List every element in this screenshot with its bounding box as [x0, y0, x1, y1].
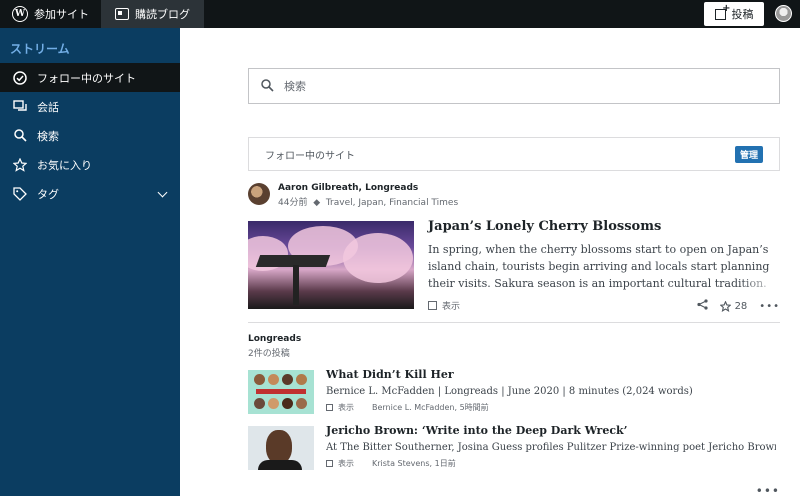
- sidebar-item-label: お気に入り: [37, 158, 92, 172]
- external-link-icon: [428, 301, 437, 310]
- post-excerpt: In spring, when the cherry blossoms star…: [428, 241, 780, 292]
- my-sites-label: 参加サイト: [34, 8, 89, 21]
- chevron-down-icon[interactable]: [157, 187, 168, 198]
- post-thumbnail[interactable]: [248, 426, 314, 470]
- post-time[interactable]: 44分前: [278, 198, 307, 208]
- tag-icon: ◆: [310, 198, 323, 208]
- followed-sites-header: フォロー中のサイト 管理: [248, 137, 780, 171]
- more-options-icon[interactable]: •••: [759, 301, 780, 312]
- post-excerpt: Bernice L. McFadden | Longreads | June 2…: [326, 386, 693, 397]
- reader-button[interactable]: 購読ブログ: [101, 0, 204, 28]
- post-excerpt: At The Bitter Southerner, Josina Guess p…: [326, 442, 776, 453]
- reader-sidebar: ストリーム フォロー中のサイト 会話 検索 お気に入り タグ: [0, 28, 180, 496]
- search-box[interactable]: [248, 68, 780, 104]
- masterbar: W 参加サイト 購読ブログ 投稿: [0, 0, 800, 28]
- search-input[interactable]: [284, 79, 744, 93]
- site-group-count: 2件の投稿: [248, 349, 290, 359]
- sidebar-item-label: タグ: [37, 187, 59, 201]
- star-icon: [12, 157, 28, 173]
- view-post-link[interactable]: 表示: [338, 402, 354, 413]
- star-icon: [719, 300, 731, 312]
- post-byline: Krista Stevens, 1日前: [372, 459, 456, 468]
- reader-icon: [115, 8, 129, 20]
- post-meta: 表示 Bernice L. McFadden, 5時間前: [326, 402, 489, 413]
- sidebar-item-label: 会話: [37, 100, 59, 114]
- featured-image-cherry-blossoms[interactable]: [248, 221, 414, 309]
- reader-label: 購読ブログ: [135, 8, 190, 21]
- my-sites-button[interactable]: W 参加サイト: [0, 0, 101, 28]
- share-icon[interactable]: [696, 299, 708, 313]
- post-meta: 表示 Krista Stevens, 1日前: [326, 458, 456, 469]
- external-link-icon: [326, 460, 333, 467]
- post-actions: 28 •••: [685, 299, 780, 313]
- sidebar-item-conversations[interactable]: 会話: [0, 92, 180, 121]
- sidebar-item-search[interactable]: 検索: [0, 121, 180, 150]
- divider: [248, 322, 780, 323]
- sidebar-item-tags[interactable]: タグ: [0, 179, 180, 208]
- post-title[interactable]: Japan’s Lonely Cherry Blossoms: [428, 219, 661, 234]
- tag-icon: [12, 186, 28, 202]
- write-post-button[interactable]: 投稿: [704, 2, 764, 26]
- post-thumbnail[interactable]: [248, 370, 314, 414]
- post-meta: 44分前 ◆ Travel, Japan, Financial Times: [278, 195, 458, 208]
- like-count: 28: [734, 300, 748, 312]
- wordpress-logo-icon: W: [12, 6, 28, 22]
- post-excerpt-text: In spring, when the cherry blossoms star…: [428, 243, 770, 290]
- post-author-row: Aaron Gilbreath, Longreads 44分前 ◆ Travel…: [248, 183, 780, 208]
- sidebar-item-label: フォロー中のサイト: [37, 71, 136, 85]
- post-card[interactable]: Aaron Gilbreath, Longreads 44分前 ◆ Travel…: [248, 183, 780, 323]
- sidebar-heading-streams: ストリーム: [10, 42, 70, 56]
- followed-sites-title: フォロー中のサイト: [265, 150, 355, 162]
- chat-icon: [12, 99, 28, 115]
- sidebar-item-likes[interactable]: お気に入り: [0, 150, 180, 179]
- sidebar-item-followed-sites[interactable]: フォロー中のサイト: [0, 63, 180, 92]
- sidebar-item-label: 検索: [37, 129, 59, 143]
- manage-button[interactable]: 管理: [734, 146, 763, 163]
- view-post-link[interactable]: 表示: [338, 458, 354, 469]
- compact-post-card[interactable]: What Didn’t Kill Her Bernice L. McFadden…: [248, 368, 780, 416]
- new-post-icon: [714, 3, 731, 20]
- site-group-header: Longreads 2件の投稿: [248, 334, 301, 359]
- search-icon: [261, 77, 274, 96]
- post-title[interactable]: Jericho Brown: ‘Write into the Deep Dark…: [326, 424, 628, 437]
- check-circle-icon: [12, 70, 28, 86]
- site-group-name[interactable]: Longreads: [248, 334, 301, 344]
- more-options-icon[interactable]: •••: [756, 484, 780, 496]
- view-label: 表示: [442, 302, 461, 312]
- author-name[interactable]: Aaron Gilbreath, Longreads: [278, 183, 458, 193]
- post-title[interactable]: What Didn’t Kill Her: [326, 368, 454, 381]
- compact-post-card[interactable]: Jericho Brown: ‘Write into the Deep Dark…: [248, 424, 780, 472]
- view-post-link[interactable]: 表示: [428, 299, 460, 312]
- author-avatar[interactable]: [248, 183, 270, 205]
- external-link-icon: [326, 404, 333, 411]
- search-icon: [12, 128, 28, 144]
- write-post-label: 投稿: [731, 8, 754, 21]
- post-byline: Bernice L. McFadden, 5時間前: [372, 403, 489, 412]
- post-tags[interactable]: Travel, Japan, Financial Times: [326, 198, 458, 208]
- like-button[interactable]: 28: [719, 300, 748, 312]
- reader-main: フォロー中のサイト 管理 Aaron Gilbreath, Longreads …: [180, 28, 800, 496]
- user-avatar[interactable]: [775, 5, 792, 22]
